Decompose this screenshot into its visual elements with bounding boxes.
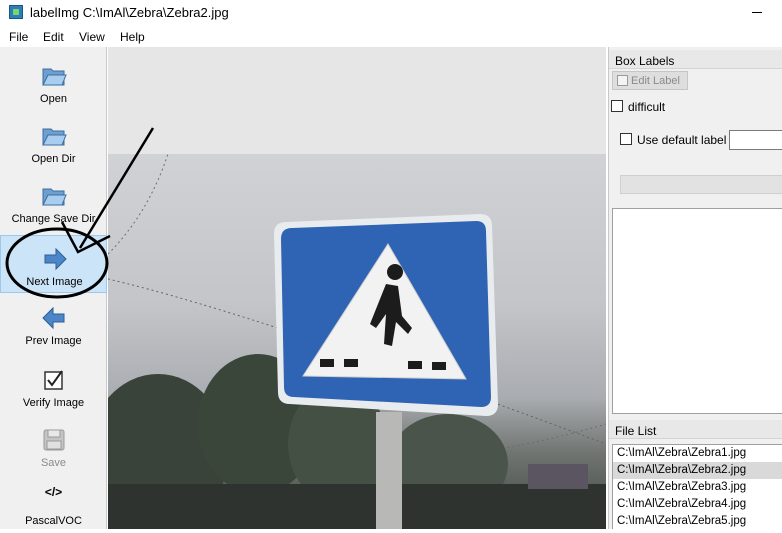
save-format-button[interactable]: </> PascalVOC xyxy=(0,475,107,533)
edit-label-text: Edit Label xyxy=(631,75,680,87)
folder-open-icon xyxy=(42,188,67,206)
change-save-dir-label: Change Save Dir xyxy=(11,213,96,225)
menu-edit[interactable]: Edit xyxy=(43,30,64,44)
image-canvas[interactable] xyxy=(108,47,606,529)
box-labels-title: Box Labels xyxy=(609,50,782,69)
prev-image-button[interactable]: Prev Image xyxy=(0,295,107,353)
prev-image-label: Prev Image xyxy=(25,335,82,347)
folder-open-icon xyxy=(42,68,67,86)
file-list[interactable]: C:\ImAl\Zebra\Zebra1.jpg C:\ImAl\Zebra\Z… xyxy=(612,444,782,529)
title-bar: labelImg C:\ImAl\Zebra\Zebra2.jpg xyxy=(0,0,782,26)
open-dir-label: Open Dir xyxy=(31,153,76,165)
edit-label-button[interactable]: Edit Label xyxy=(612,71,688,90)
menu-file[interactable]: File xyxy=(9,30,28,44)
floppy-disk-icon xyxy=(43,429,65,451)
menu-help[interactable]: Help xyxy=(120,30,145,44)
right-dock: Box Labels Edit Label difficult Use defa… xyxy=(608,47,782,529)
zebra-crossing-photo xyxy=(108,154,606,529)
file-list-title: File List xyxy=(609,420,782,439)
change-save-dir-button[interactable]: Change Save Dir xyxy=(0,173,107,231)
default-label-input[interactable] xyxy=(729,130,782,150)
next-image-button[interactable]: Next Image xyxy=(0,235,107,293)
save-format-label: PascalVOC xyxy=(25,515,82,527)
file-list-item[interactable]: C:\ImAl\Zebra\Zebra4.jpg xyxy=(613,496,782,513)
use-default-label-checkbox[interactable] xyxy=(620,133,632,145)
arrow-right-icon xyxy=(44,247,67,271)
arrow-left-icon xyxy=(42,306,65,330)
file-list-item[interactable]: C:\ImAl\Zebra\Zebra5.jpg xyxy=(613,513,782,529)
window-title: labelImg C:\ImAl\Zebra\Zebra2.jpg xyxy=(30,5,229,20)
file-list-item[interactable]: C:\ImAl\Zebra\Zebra3.jpg xyxy=(613,479,782,496)
tools-toolbar: Open Open Dir Change Save Dir Next Image… xyxy=(0,47,107,529)
menu-view[interactable]: View xyxy=(79,30,105,44)
checkbox-check-icon xyxy=(44,370,63,390)
minimize-button[interactable] xyxy=(750,6,764,18)
labelimg-app-icon xyxy=(9,5,23,19)
folder-open-icon xyxy=(42,128,67,146)
street-scene-illustration xyxy=(108,154,606,529)
difficult-checkbox[interactable] xyxy=(611,100,623,112)
file-list-item-selected[interactable]: C:\ImAl\Zebra\Zebra2.jpg xyxy=(613,462,782,479)
label-list[interactable] xyxy=(612,208,782,414)
next-image-label: Next Image xyxy=(26,276,83,288)
open-dir-button[interactable]: Open Dir xyxy=(0,113,107,171)
open-label: Open xyxy=(40,93,67,105)
menu-bar: File Edit View Help xyxy=(0,27,782,47)
save-label: Save xyxy=(40,457,67,469)
file-list-item[interactable]: C:\ImAl\Zebra\Zebra1.jpg xyxy=(613,445,782,462)
difficult-label: difficult xyxy=(628,100,666,114)
label-filter-combo[interactable] xyxy=(620,175,782,194)
use-default-label-label: Use default label xyxy=(637,133,727,147)
edit-pencil-icon xyxy=(617,75,628,86)
code-brackets-icon: </> xyxy=(44,485,63,499)
verify-image-button[interactable]: Verify Image xyxy=(0,357,107,415)
save-button[interactable]: Save xyxy=(0,417,107,475)
open-button[interactable]: Open xyxy=(0,53,107,111)
verify-image-label: Verify Image xyxy=(22,397,85,409)
